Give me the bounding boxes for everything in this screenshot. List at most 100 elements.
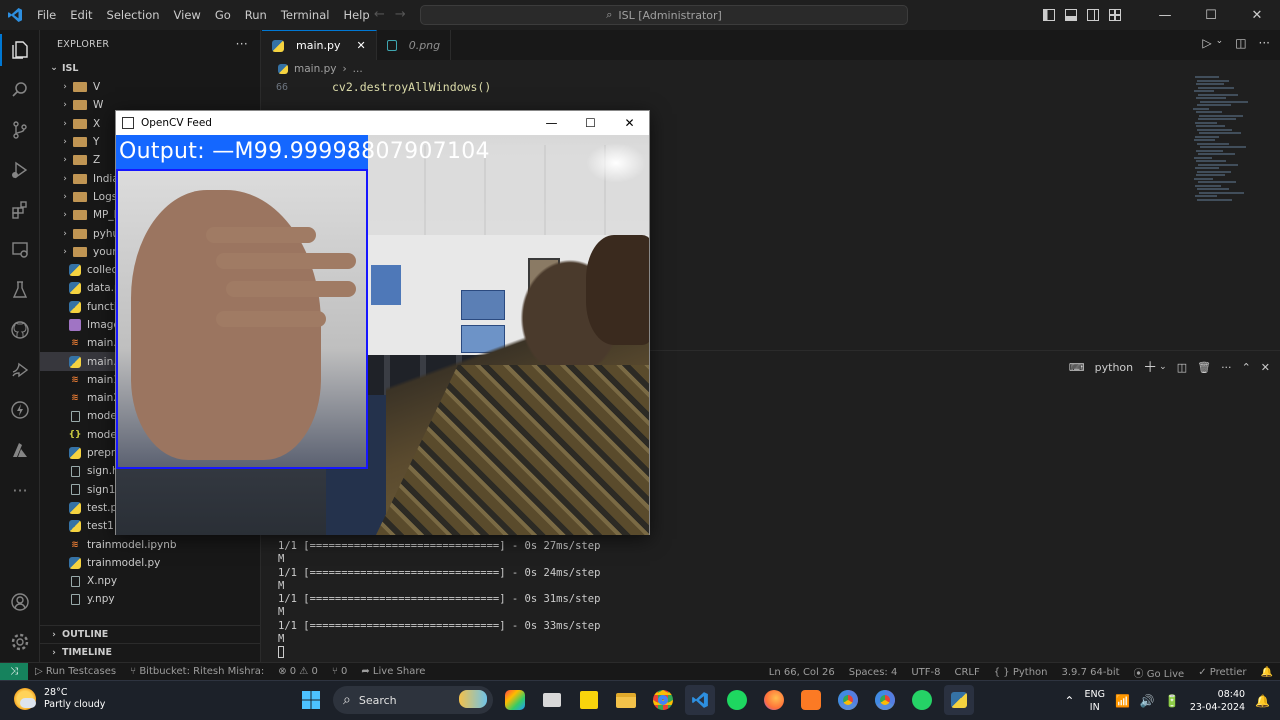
tab-main-py[interactable]: main.py ✕ bbox=[262, 30, 377, 60]
status-encoding[interactable]: UTF-8 bbox=[904, 667, 947, 678]
menu-edit[interactable]: Edit bbox=[63, 0, 99, 30]
tab-0-png[interactable]: 0.png bbox=[377, 30, 452, 60]
terminal-name[interactable]: python bbox=[1095, 361, 1133, 374]
terminal-output[interactable]: 1/1 [==============================] - 0… bbox=[278, 540, 600, 660]
azure-icon[interactable] bbox=[0, 430, 40, 470]
run-python-icon[interactable]: ▷ bbox=[1202, 36, 1211, 50]
opencv-title-bar[interactable]: OpenCV Feed — ☐ ✕ bbox=[116, 111, 649, 135]
customize-layout-icon[interactable] bbox=[1104, 0, 1126, 30]
status-problems[interactable]: ⊗ 0 ⚠ 0 bbox=[271, 666, 325, 677]
opencv-feed-window[interactable]: OpenCV Feed — ☐ ✕ Output: —M99.999988079… bbox=[115, 110, 650, 535]
cv-close-button[interactable]: ✕ bbox=[610, 111, 649, 135]
sticky-notes-icon[interactable] bbox=[574, 685, 604, 715]
status-language[interactable]: { } Python bbox=[987, 667, 1055, 678]
run-debug-icon[interactable] bbox=[0, 150, 40, 190]
source-control-icon[interactable] bbox=[0, 110, 40, 150]
cv-minimize-button[interactable]: — bbox=[532, 111, 571, 135]
menu-view[interactable]: View bbox=[167, 0, 208, 30]
chevron-down-icon[interactable]: ⌄ bbox=[1216, 36, 1224, 50]
taskbar-search[interactable]: ⌕ Search bbox=[333, 686, 493, 714]
menu-terminal[interactable]: Terminal bbox=[274, 0, 337, 30]
status-go-live[interactable]: ⦿ Go Live bbox=[1127, 665, 1192, 680]
notifications-bell-icon[interactable]: 🔔 bbox=[1254, 667, 1280, 678]
cv-maximize-button[interactable]: ☐ bbox=[571, 111, 610, 135]
windows-start-icon[interactable] bbox=[296, 685, 326, 715]
chevron-up-icon[interactable]: ⌃ bbox=[1064, 694, 1074, 708]
python-taskbar-icon[interactable] bbox=[944, 685, 974, 715]
remote-explorer-icon[interactable] bbox=[0, 230, 40, 270]
testing-icon[interactable] bbox=[0, 270, 40, 310]
weather-widget[interactable]: 28°C Partly cloudy bbox=[14, 687, 105, 711]
close-panel-icon[interactable]: ✕ bbox=[1261, 361, 1270, 374]
whatsapp-icon[interactable] bbox=[907, 685, 937, 715]
split-terminal-icon[interactable]: ◫ bbox=[1177, 361, 1187, 374]
tree-file[interactable]: trainmodel.py bbox=[40, 554, 260, 572]
chrome-profile-icon[interactable] bbox=[870, 685, 900, 715]
menu-selection[interactable]: Selection bbox=[100, 0, 167, 30]
toggle-secondary-sidebar-icon[interactable] bbox=[1082, 0, 1104, 30]
volume-icon[interactable]: 🔊 bbox=[1140, 694, 1155, 708]
status-eol[interactable]: CRLF bbox=[947, 667, 986, 678]
status-ports[interactable]: ⑂ 0 bbox=[325, 666, 355, 677]
maximize-panel-icon[interactable]: ⌃ bbox=[1242, 361, 1251, 374]
toggle-panel-icon[interactable] bbox=[1060, 0, 1082, 30]
workspace-root[interactable]: ⌄ ISL bbox=[40, 58, 260, 78]
explorer-more-icon[interactable]: ··· bbox=[236, 37, 248, 51]
nav-arrows[interactable]: ←→ bbox=[374, 7, 416, 22]
file-explorer-icon[interactable] bbox=[611, 685, 641, 715]
maximize-button[interactable]: ☐ bbox=[1188, 0, 1234, 30]
kill-terminal-icon[interactable]: 🗑 bbox=[1197, 361, 1211, 374]
minimap[interactable] bbox=[1190, 76, 1270, 216]
thunder-client-icon[interactable] bbox=[0, 390, 40, 430]
task-view-icon[interactable] bbox=[537, 685, 567, 715]
copilot-icon[interactable] bbox=[500, 685, 530, 715]
chrome-profile-icon[interactable] bbox=[833, 685, 863, 715]
search-icon[interactable] bbox=[0, 70, 40, 110]
toggle-sidebar-icon[interactable] bbox=[1038, 0, 1060, 30]
tree-file[interactable]: ≋ trainmodel.ipynb bbox=[40, 535, 260, 553]
chrome-icon[interactable] bbox=[648, 685, 678, 715]
code-line[interactable]: 66 cv2.destroyAllWindows() bbox=[262, 78, 1280, 96]
status-run-testcases[interactable]: ▷ Run Testcases bbox=[28, 666, 123, 677]
xampp-icon[interactable] bbox=[796, 685, 826, 715]
outline-section[interactable]: › OUTLINE bbox=[40, 625, 261, 643]
command-center[interactable]: ⌕ ISL [Administrator] bbox=[420, 5, 908, 25]
accounts-icon[interactable] bbox=[0, 582, 40, 622]
chevron-down-icon[interactable]: ⌄ bbox=[1159, 362, 1167, 372]
spotify-icon[interactable] bbox=[722, 685, 752, 715]
wifi-icon[interactable]: 📶 bbox=[1115, 694, 1130, 708]
status-bitbucket[interactable]: ⑂ Bitbucket: Ritesh Mishra: bbox=[123, 666, 271, 677]
notification-bell-icon[interactable]: 🔔 bbox=[1255, 694, 1270, 708]
split-editor-icon[interactable]: ◫ bbox=[1235, 36, 1246, 50]
github-icon[interactable] bbox=[0, 310, 40, 350]
breadcrumb-symbol[interactable]: ... bbox=[353, 63, 363, 75]
extensions-icon[interactable] bbox=[0, 190, 40, 230]
menu-file[interactable]: File bbox=[30, 0, 63, 30]
new-terminal-icon[interactable]: ＋ bbox=[1143, 357, 1157, 377]
explorer-icon[interactable] bbox=[0, 30, 40, 70]
live-share-icon[interactable] bbox=[0, 350, 40, 390]
battery-icon[interactable]: 🔋 bbox=[1165, 694, 1180, 708]
menu-go[interactable]: Go bbox=[208, 0, 238, 30]
status-interpreter[interactable]: 3.9.7 64-bit bbox=[1055, 667, 1127, 678]
status-cursor-position[interactable]: Ln 66, Col 26 bbox=[762, 667, 842, 678]
more-icon[interactable]: ··· bbox=[0, 470, 40, 510]
minimize-button[interactable]: — bbox=[1142, 0, 1188, 30]
status-prettier[interactable]: ✓ Prettier bbox=[1191, 667, 1253, 678]
breadcrumb-file[interactable]: main.py bbox=[294, 63, 336, 75]
menu-run[interactable]: Run bbox=[238, 0, 274, 30]
tree-file[interactable]: X.npy bbox=[40, 572, 260, 590]
close-button[interactable]: ✕ bbox=[1234, 0, 1280, 30]
settings-gear-icon[interactable] bbox=[0, 622, 40, 662]
language-indicator[interactable]: ENG IN bbox=[1084, 688, 1104, 714]
clock[interactable]: 08:40 23-04-2024 bbox=[1190, 688, 1245, 714]
close-icon[interactable]: ✕ bbox=[356, 39, 365, 52]
vscode-taskbar-icon[interactable] bbox=[685, 685, 715, 715]
timeline-section[interactable]: › TIMELINE bbox=[40, 643, 261, 661]
status-live-share[interactable]: ➦ Live Share bbox=[354, 666, 432, 677]
more-actions-icon[interactable]: ··· bbox=[1221, 361, 1232, 374]
more-actions-icon[interactable]: ··· bbox=[1259, 36, 1270, 50]
status-indentation[interactable]: Spaces: 4 bbox=[842, 667, 905, 678]
tree-file[interactable]: y.npy bbox=[40, 590, 260, 608]
remote-indicator-icon[interactable]: ⤨ bbox=[0, 662, 28, 681]
